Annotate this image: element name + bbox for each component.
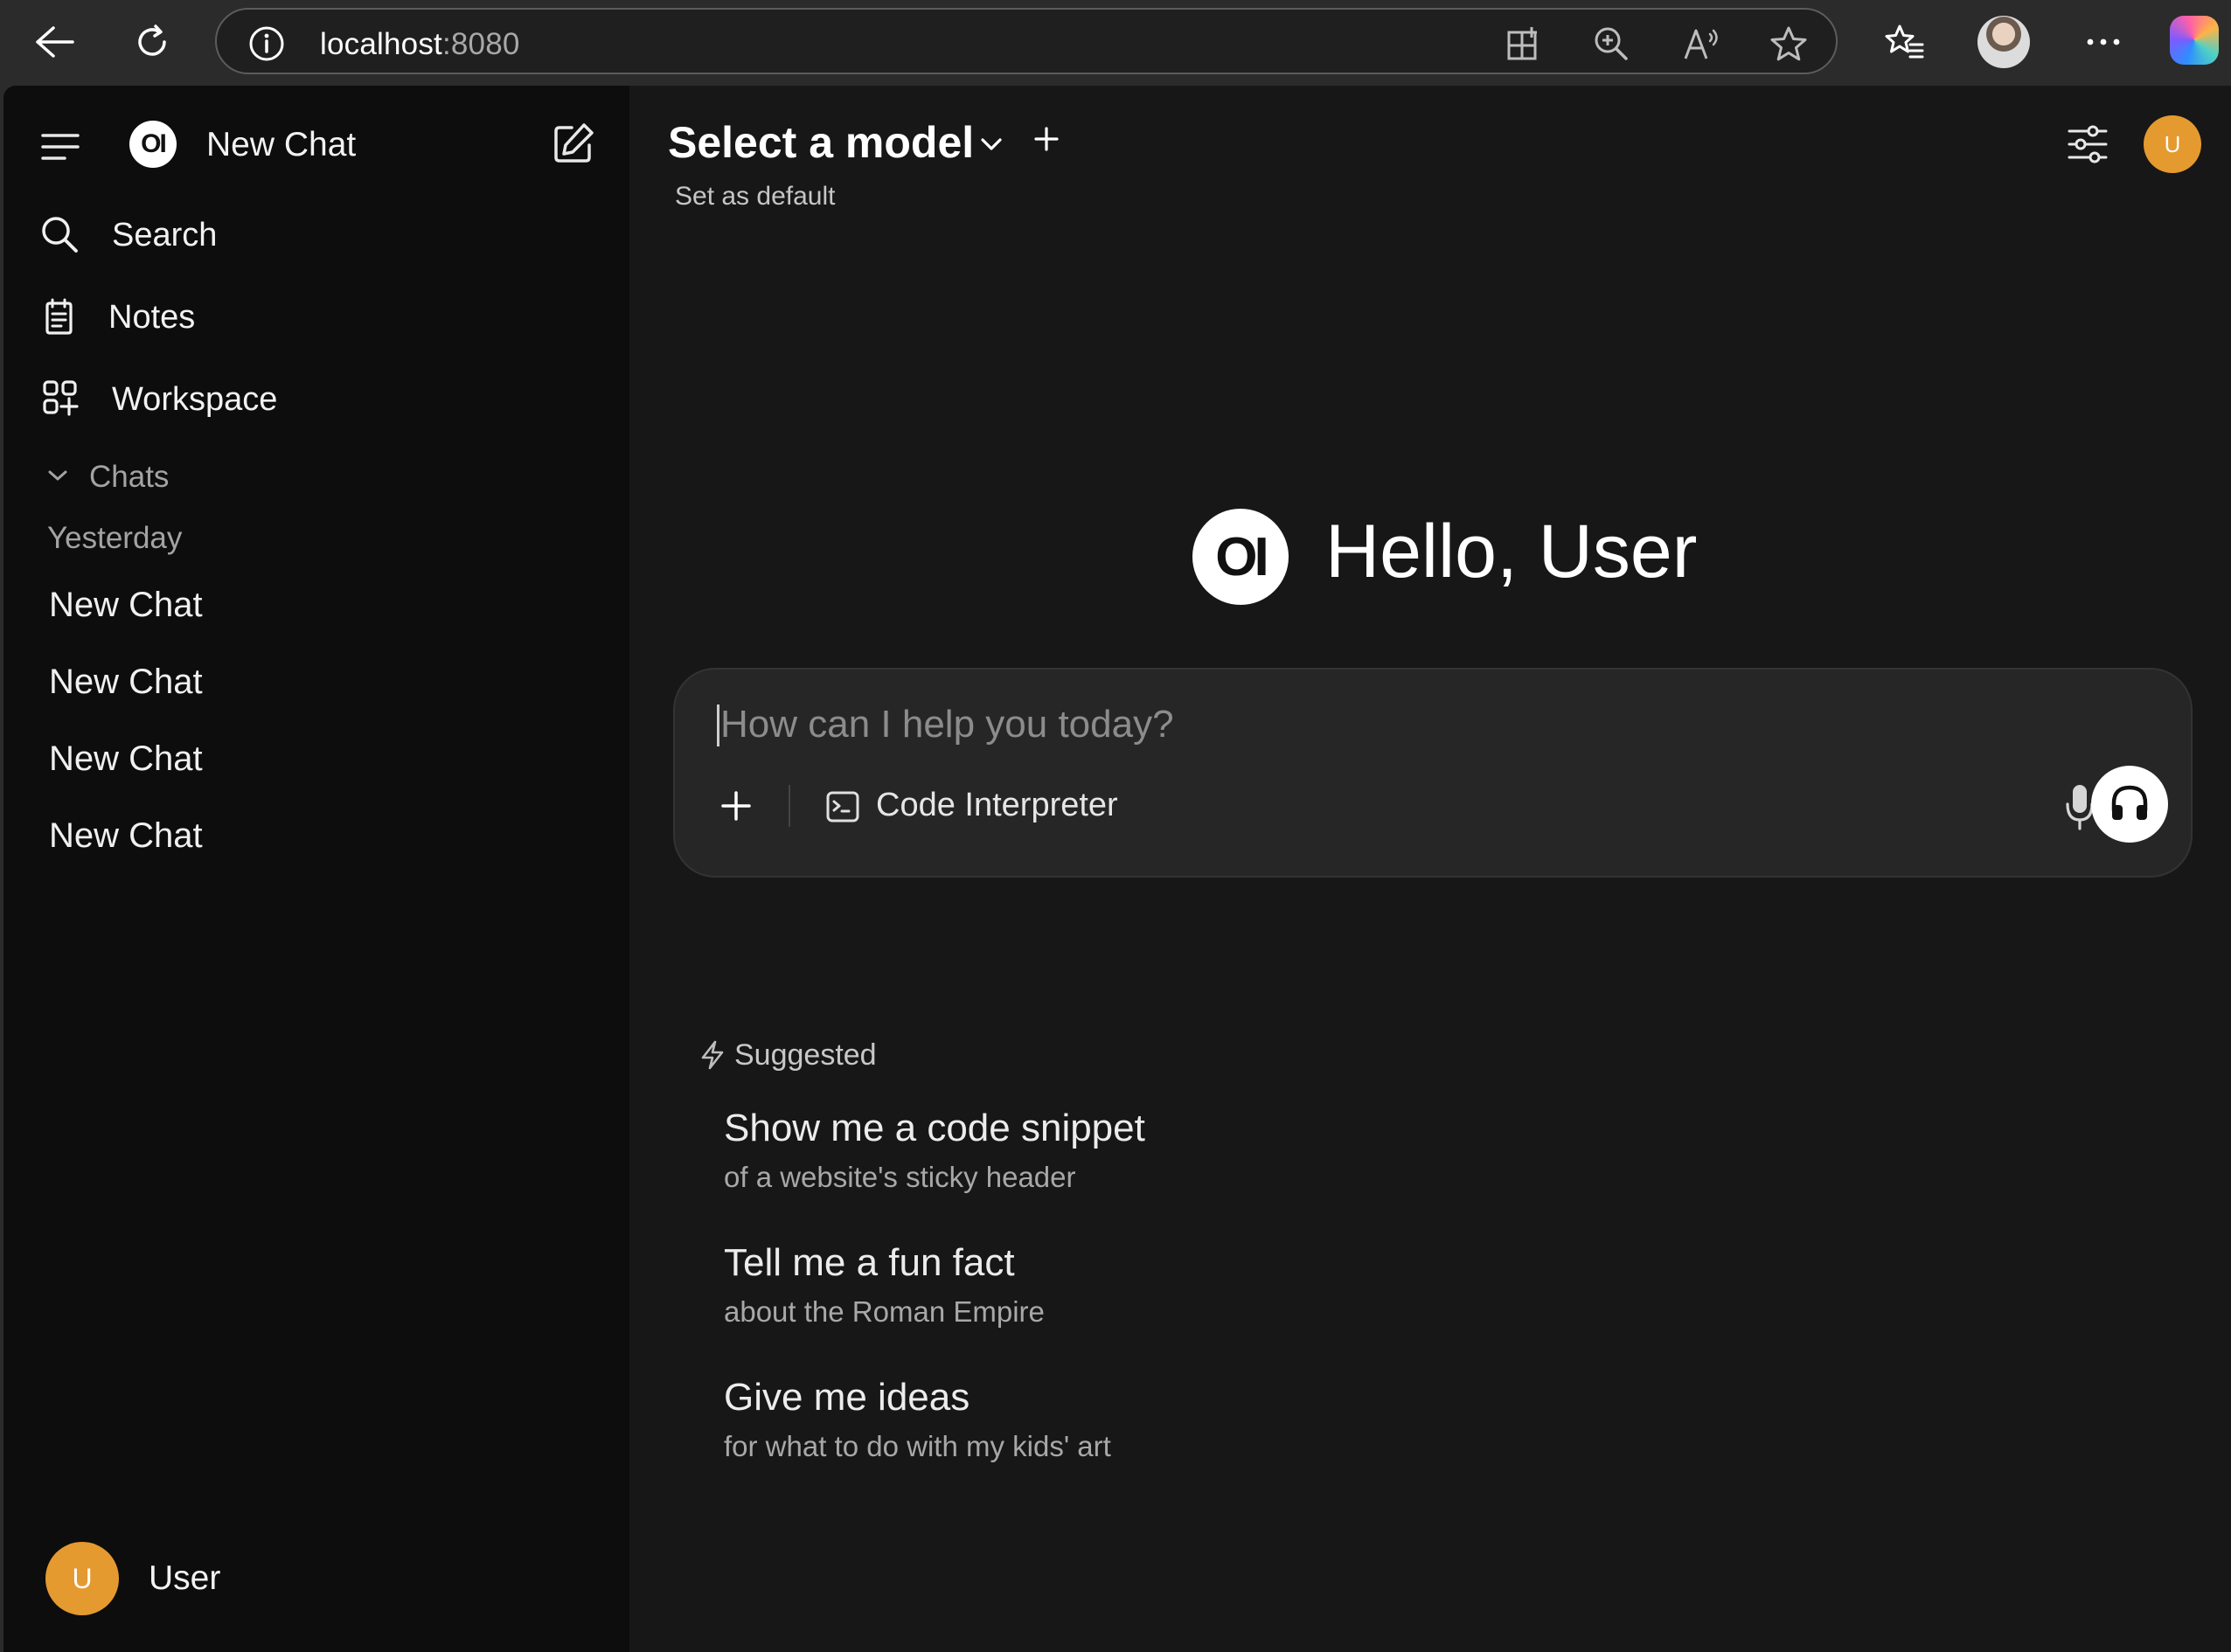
zoom-icon[interactable] — [1593, 25, 1630, 66]
copilot-icon[interactable] — [2170, 16, 2219, 65]
sidebar-item-label: Notes — [108, 299, 196, 336]
suggestion-card[interactable]: Give me ideas for what to do with my kid… — [724, 1376, 1511, 1481]
headphones-icon — [2109, 782, 2151, 827]
suggested-label: Suggested — [734, 1038, 877, 1072]
code-interpreter-toggle[interactable]: Code Interpreter — [825, 781, 1140, 832]
message-composer: How can I help you today? Code Interpret… — [673, 668, 2193, 878]
refresh-icon[interactable] — [124, 16, 180, 68]
chat-list-item[interactable]: New Chat — [49, 739, 203, 779]
chat-group-label: Yesterday — [47, 521, 183, 555]
suggestion-title: Show me a code snippet — [724, 1107, 1145, 1149]
app-window: OI New Chat Search Notes Workspace Chats… — [3, 86, 2231, 1652]
app-logo-icon[interactable]: OI — [129, 121, 177, 168]
avatar: U — [45, 1542, 119, 1615]
sidebar-user-menu[interactable]: U User — [45, 1542, 570, 1621]
microphone-icon[interactable] — [2065, 783, 2095, 835]
sidebar: OI New Chat Search Notes Workspace Chats… — [3, 86, 629, 1652]
notes-icon — [42, 297, 77, 340]
sidebar-item-label: Workspace — [112, 381, 278, 418]
address-bar[interactable]: localhost:8080 — [215, 8, 1838, 74]
chevron-down-icon — [979, 136, 1004, 156]
message-input[interactable]: How can I help you today? — [720, 703, 2084, 746]
sidebar-toggle-icon[interactable] — [40, 131, 80, 167]
chevron-down-icon — [47, 469, 68, 487]
sidebar-item-search[interactable]: Search — [38, 206, 615, 267]
url-port: :8080 — [441, 27, 520, 61]
read-aloud-icon[interactable] — [1682, 25, 1722, 66]
user-name: User — [149, 1559, 221, 1597]
text-caret — [717, 705, 719, 746]
chat-list-item[interactable]: New Chat — [49, 663, 203, 702]
workspace-icon — [42, 379, 79, 420]
divider — [789, 785, 790, 827]
chat-list-item[interactable]: New Chat — [49, 586, 203, 625]
browser-toolbar: localhost:8080 — [0, 0, 2231, 86]
suggestion-title: Give me ideas — [724, 1376, 970, 1419]
new-chat-label[interactable]: New Chat — [206, 126, 356, 164]
sidebar-item-notes[interactable]: Notes — [38, 288, 615, 350]
sidebar-item-workspace[interactable]: Workspace — [38, 371, 615, 432]
url-host: localhost — [320, 27, 442, 61]
greeting: Hello, User — [1325, 510, 1698, 593]
terminal-icon — [825, 790, 860, 828]
favorite-star-icon[interactable] — [1769, 25, 1808, 66]
search-icon — [40, 215, 79, 258]
site-info-icon[interactable] — [248, 25, 285, 66]
code-interpreter-label: Code Interpreter — [876, 787, 1118, 823]
suggestion-title: Tell me a fun fact — [724, 1241, 1015, 1284]
controls-sliders-icon[interactable] — [2067, 124, 2109, 169]
chats-header: Chats — [89, 460, 170, 494]
suggestion-subtitle: about the Roman Empire — [724, 1295, 1045, 1328]
suggestion-subtitle: of a website's sticky header — [724, 1161, 1076, 1193]
suggestion-card[interactable]: Show me a code snippet of a website's st… — [724, 1107, 1511, 1211]
favorites-icon[interactable] — [1876, 16, 1932, 68]
app-available-icon[interactable] — [1505, 25, 1542, 66]
chat-list-item[interactable]: New Chat — [49, 816, 203, 856]
app-logo-icon: OI — [1192, 509, 1289, 605]
suggestion-card[interactable]: Tell me a fun fact about the Roman Empir… — [724, 1241, 1511, 1346]
url-text: localhost:8080 — [320, 27, 520, 62]
browser-profile-avatar[interactable] — [1977, 16, 2030, 68]
sidebar-item-label: Search — [112, 217, 218, 253]
suggestion-subtitle: for what to do with my kids' art — [724, 1430, 1111, 1462]
new-chat-edit-icon[interactable] — [551, 121, 596, 170]
more-options-icon[interactable] — [2075, 16, 2131, 68]
add-attachment-icon[interactable] — [720, 790, 752, 826]
set-as-default-link[interactable]: Set as default — [675, 182, 835, 212]
model-selector-title: Select a model — [668, 118, 975, 167]
chats-section-toggle[interactable]: Chats — [44, 453, 393, 505]
lightning-icon — [699, 1040, 726, 1074]
main-panel: Select a model Set as default U OI Hello… — [629, 86, 2231, 1652]
model-selector[interactable]: Select a model — [668, 117, 1088, 178]
back-icon[interactable] — [26, 16, 82, 68]
add-model-icon[interactable] — [1033, 126, 1060, 156]
header-avatar[interactable]: U — [2144, 115, 2201, 173]
voice-mode-button[interactable] — [2091, 766, 2168, 843]
